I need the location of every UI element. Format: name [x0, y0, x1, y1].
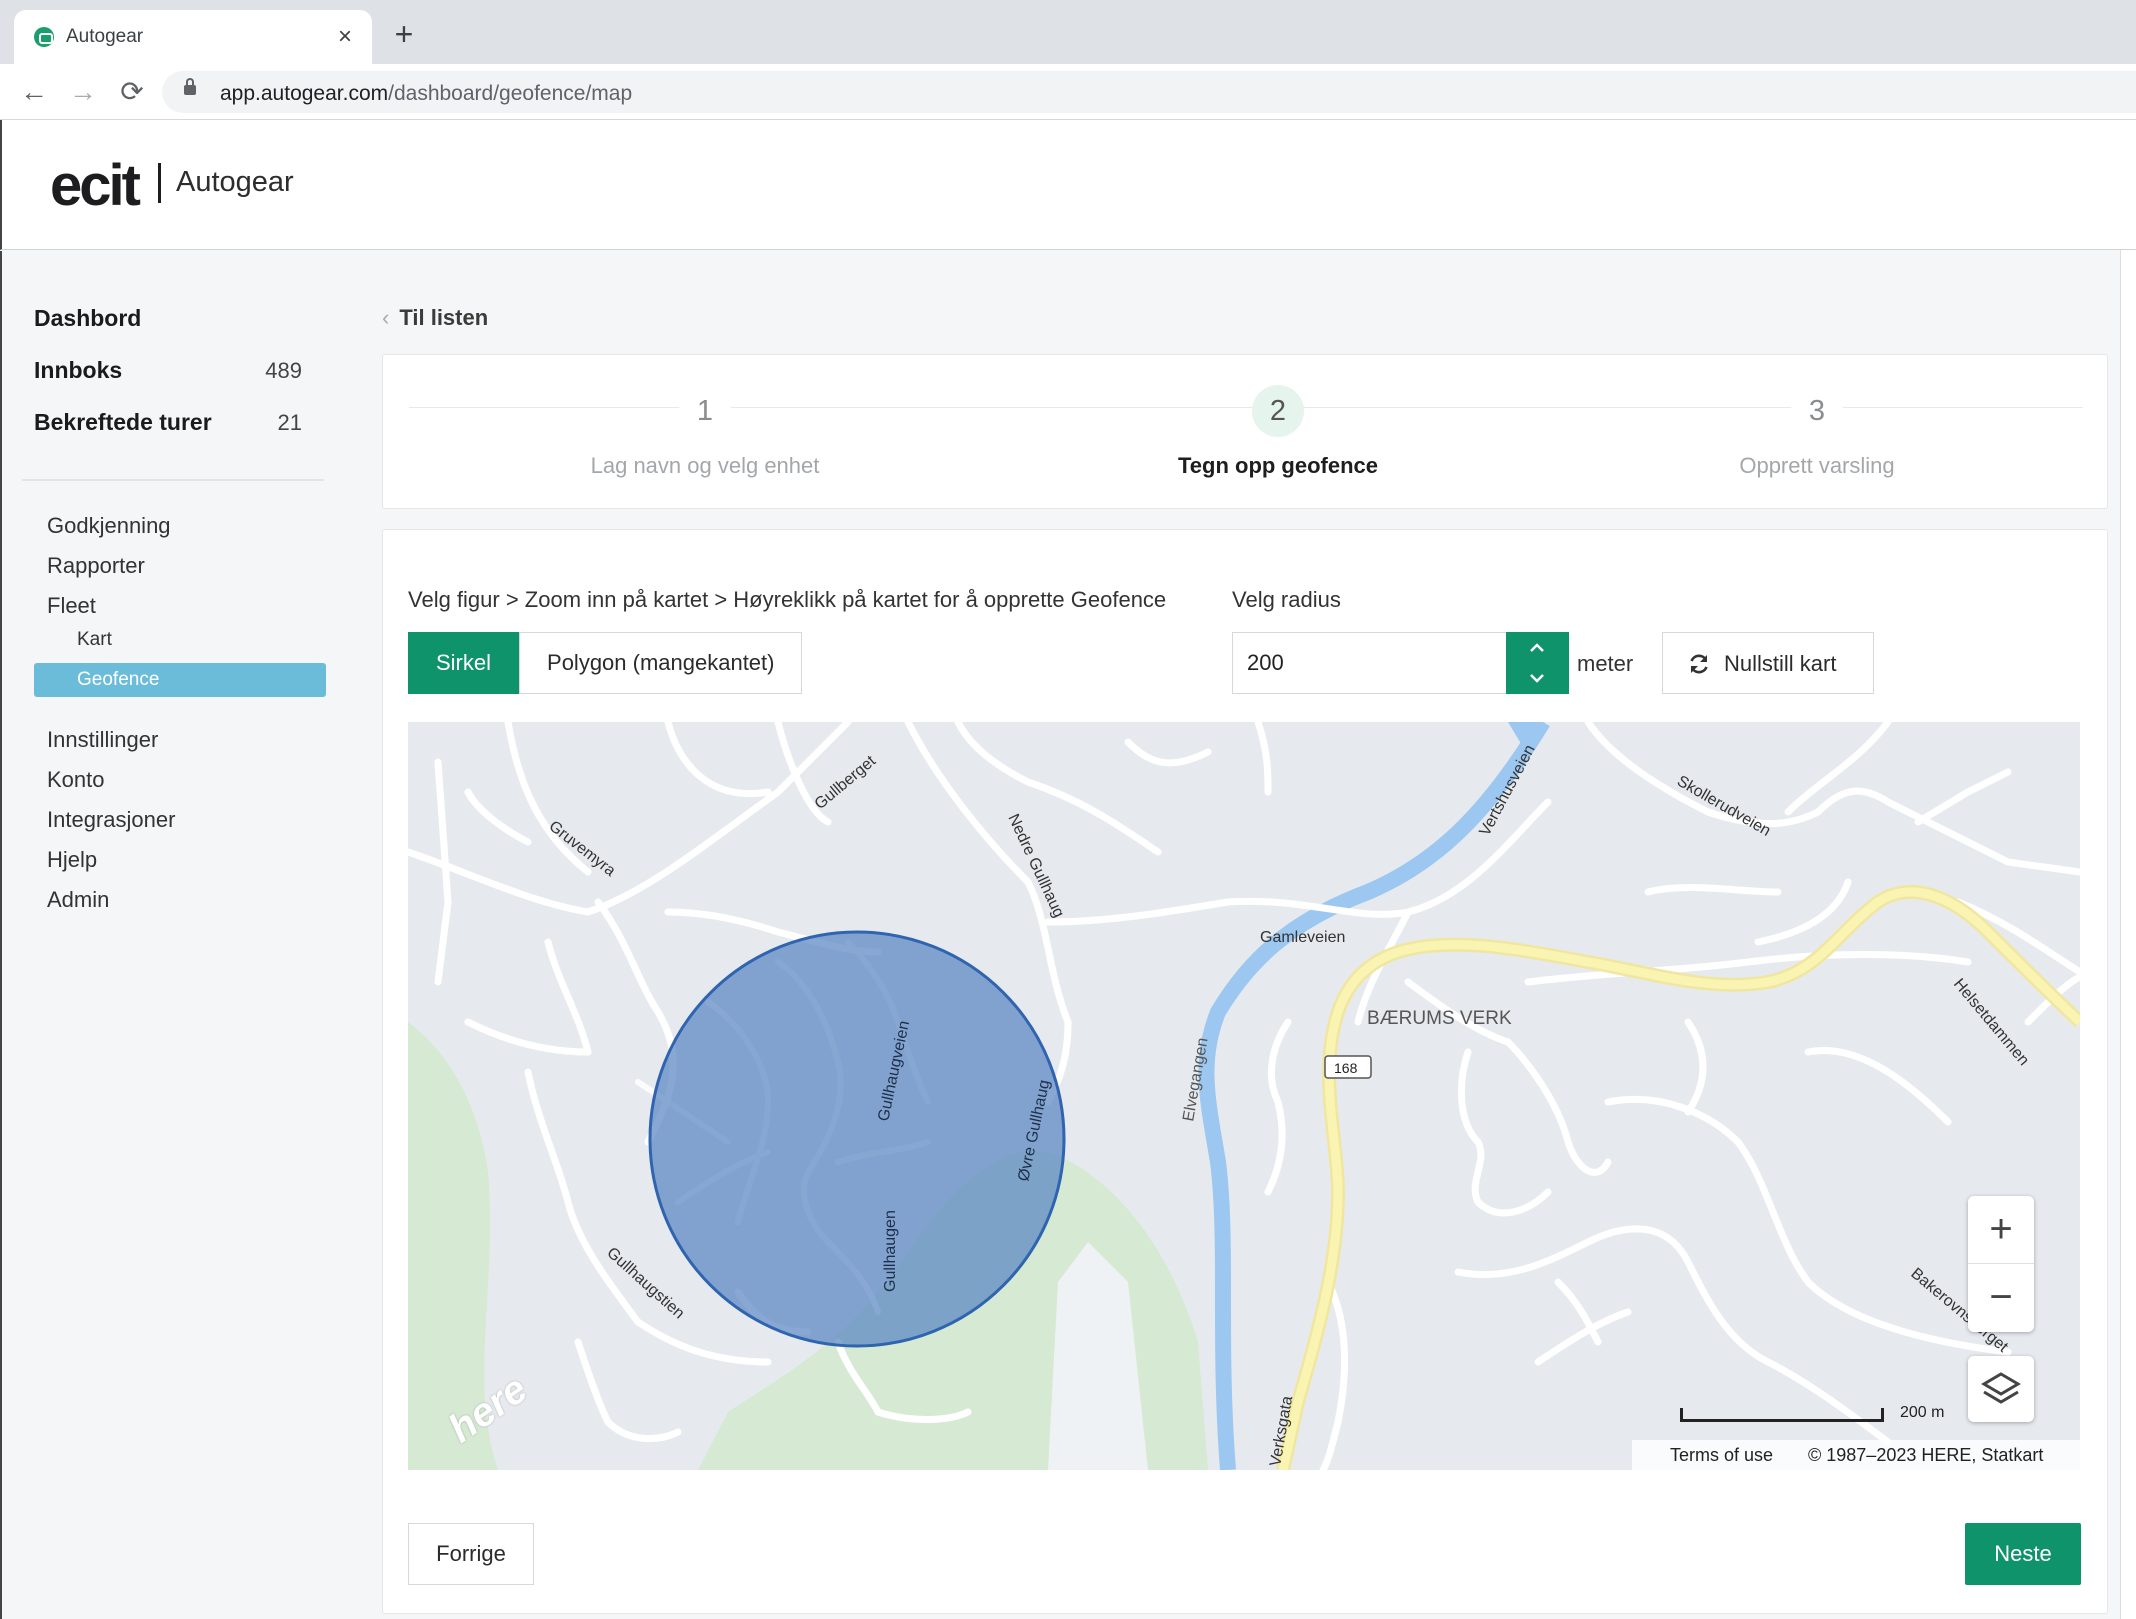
reload-icon[interactable]: ⟳ — [112, 72, 152, 112]
step-number: 3 — [1791, 385, 1843, 437]
sidebar: Dashbord Innboks 489 Bekreftede turer 21… — [0, 251, 360, 1619]
map-attribution: Terms of use © 1987–2023 HERE, Statkart — [1632, 1440, 2080, 1470]
shape-selector: Sirkel Polygon (mangekantet) — [408, 632, 803, 694]
sidebar-item-geofence-label: Geofence — [77, 669, 160, 690]
step-2: 2 Tegn opp geofence — [1078, 385, 1478, 479]
sidebar-item-geofence[interactable]: Geofence — [34, 663, 326, 697]
url-text: app.autogear.com/dashboard/geofence/map — [220, 82, 633, 105]
back-arrow-icon[interactable]: ← — [14, 72, 54, 112]
step-3: 3 Opprett varsling — [1617, 385, 2017, 479]
sidebar-item-innstillinger[interactable]: Innstillinger — [47, 727, 158, 753]
map-label-gamleveien: Gamleveien — [1260, 929, 1345, 946]
instructions-text: Velg figur > Zoom inn på kartet > Høyrek… — [408, 587, 1167, 612]
reset-map-label: Nullstill kart — [1724, 651, 1837, 676]
chevron-down-icon[interactable] — [1506, 663, 1569, 694]
innboks-count: 489 — [265, 358, 302, 383]
back-to-list-link[interactable]: ‹ Til listen — [382, 305, 488, 331]
step-number: 1 — [679, 385, 731, 437]
page-scrollbar[interactable] — [2120, 250, 2136, 1619]
bekreftede-turer-count: 21 — [277, 410, 302, 435]
step-1: 1 Lag navn og velg enhet — [505, 385, 905, 479]
shape-polygon-button[interactable]: Polygon (mangekantet) — [519, 632, 803, 694]
radius-label: Velg radius — [1232, 587, 1341, 612]
close-tab-icon[interactable]: × — [330, 22, 360, 52]
sidebar-item-hjelp[interactable]: Hjelp — [47, 847, 97, 873]
chevron-left-icon: ‹ — [382, 305, 390, 330]
sidebar-item-integrasjoner[interactable]: Integrasjoner — [47, 807, 175, 833]
address-bar[interactable]: app.autogear.com/dashboard/geofence/map — [162, 71, 2136, 113]
map-label-road-168: 168 — [1334, 1060, 1358, 1076]
map-scale-label: 200 m — [1900, 1404, 1945, 1421]
next-button[interactable]: Neste — [1965, 1523, 2081, 1585]
terms-of-use-link[interactable]: Terms of use — [1670, 1445, 1773, 1466]
forward-arrow-icon[interactable]: → — [63, 72, 103, 112]
shape-circle-button[interactable]: Sirkel — [408, 632, 520, 694]
layers-icon[interactable] — [1968, 1356, 2034, 1422]
brand-name: Autogear — [176, 166, 294, 198]
ecit-logo[interactable]: ecit — [50, 152, 141, 219]
new-tab-icon[interactable]: + — [386, 16, 422, 52]
lock-icon — [184, 78, 196, 95]
reset-map-button[interactable]: Nullstill kart — [1662, 632, 1874, 694]
radius-stepper — [1506, 632, 1569, 694]
map-scale-bar — [1680, 1408, 1884, 1422]
sidebar-item-konto[interactable]: Konto — [47, 767, 105, 793]
tab-title: Autogear — [66, 26, 144, 47]
zoom-in-icon[interactable]: + — [1968, 1196, 2034, 1264]
geofence-map[interactable]: Gullberget Gruvemyra Nedre Gullhaug Vert… — [408, 722, 2080, 1470]
map-label-gullhaugen: Gullhaugen — [882, 1210, 899, 1292]
browser-tabstrip: Autogear × + — [0, 0, 2136, 64]
sidebar-item-innboks[interactable]: Innboks — [34, 357, 122, 384]
step-label: Lag navn og velg enhet — [590, 453, 820, 478]
sidebar-item-godkjenning[interactable]: Godkjenning — [47, 513, 171, 539]
geofence-panel: Velg figur > Zoom inn på kartet > Høyrek… — [382, 529, 2108, 1614]
step-label: Opprett varsling — [1739, 453, 1895, 478]
sidebar-item-kart[interactable]: Kart — [77, 629, 112, 651]
step-number: 2 — [1252, 385, 1304, 437]
logo-divider — [158, 163, 161, 203]
map-canvas[interactable]: Gullberget Gruvemyra Nedre Gullhaug Vert… — [408, 722, 2080, 1470]
map-copyright: © 1987–2023 HERE, Statkart — [1808, 1445, 2044, 1465]
browser-toolbar: ← → ⟳ app.autogear.com/dashboard/geofenc… — [0, 64, 2136, 120]
radius-input[interactable] — [1232, 632, 1506, 694]
sidebar-divider — [22, 479, 324, 481]
map-zoom-control: + − — [1968, 1196, 2034, 1332]
sidebar-item-admin[interactable]: Admin — [47, 887, 109, 913]
chevron-up-icon[interactable] — [1506, 632, 1569, 663]
previous-button[interactable]: Forrige — [408, 1523, 534, 1585]
sidebar-item-dashbord[interactable]: Dashbord — [34, 305, 141, 332]
autogear-favicon-icon — [34, 27, 54, 47]
map-label-baerums-verk: BÆRUMS VERK — [1367, 1008, 1512, 1029]
sidebar-item-bekreftede-turer[interactable]: Bekreftede turer — [34, 409, 212, 436]
app-header: ecit Autogear — [0, 120, 2136, 250]
browser-tab[interactable]: Autogear × — [14, 10, 372, 64]
wizard-stepper: 1 Lag navn og velg enhet 2 Tegn opp geof… — [382, 354, 2108, 509]
sidebar-item-rapporter[interactable]: Rapporter — [47, 553, 145, 579]
refresh-icon — [1690, 654, 1708, 674]
step-label: Tegn opp geofence — [1177, 453, 1379, 478]
zoom-out-icon[interactable]: − — [1968, 1264, 2034, 1332]
sidebar-item-fleet[interactable]: Fleet — [47, 593, 96, 619]
radius-unit: meter — [1577, 651, 1634, 676]
